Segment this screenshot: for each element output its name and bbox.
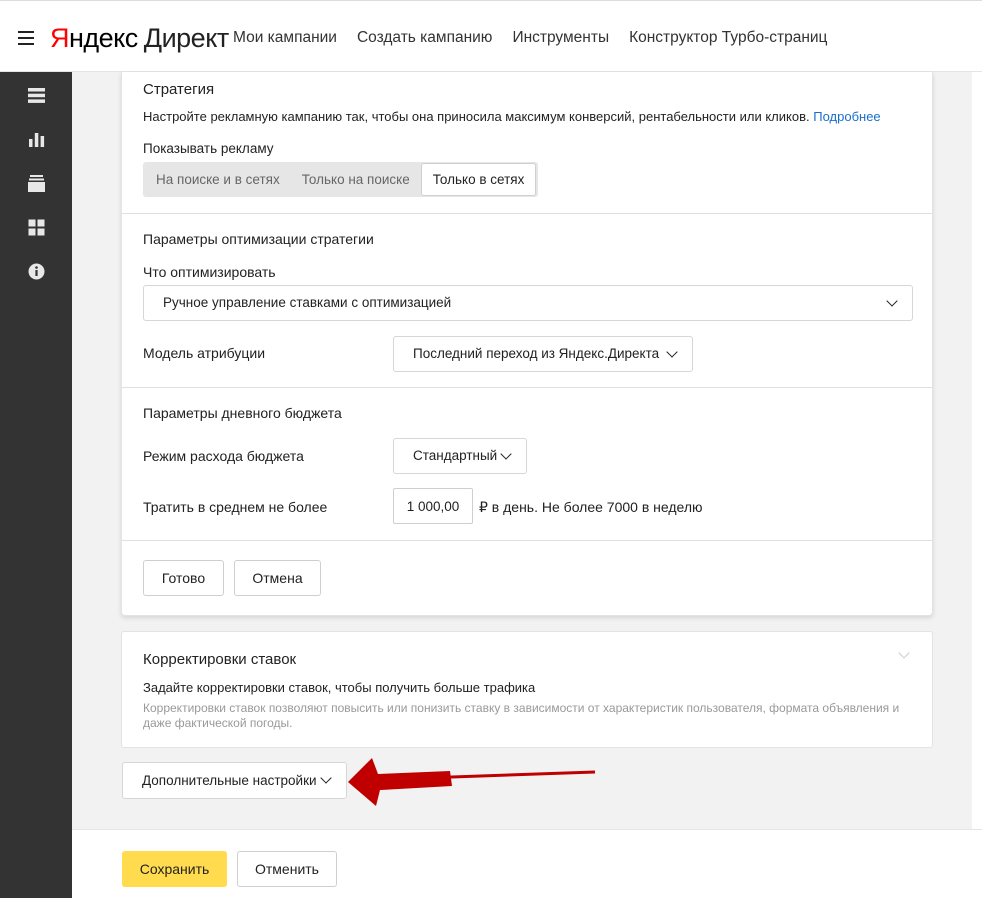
nav-tools[interactable]: Инструменты	[512, 29, 609, 47]
budget-mode-select[interactable]: Стандартный	[393, 438, 527, 474]
divider	[122, 387, 932, 388]
right-edge	[972, 72, 982, 829]
attribution-value: Последний переход из Яндекс.Директа	[413, 346, 660, 361]
option-networks-only[interactable]: Только в сетях	[420, 163, 537, 196]
budget-mode-value: Стандартный	[413, 448, 498, 463]
footer-bar: Сохранить Отменить	[72, 829, 982, 898]
chevron-down-icon[interactable]	[898, 647, 910, 659]
menu-icon[interactable]	[18, 31, 34, 45]
option-search-only[interactable]: Только на поиске	[291, 164, 421, 195]
budget-mode-label: Режим расхода бюджета	[143, 448, 304, 464]
save-button[interactable]: Сохранить	[122, 851, 227, 887]
spend-limit-suffix: ₽ в день. Не более 7000 в неделю	[479, 499, 703, 515]
divider	[122, 540, 932, 541]
optimization-title: Параметры оптимизации стратегии	[143, 231, 374, 247]
info-icon[interactable]	[27, 262, 46, 281]
show-ads-label: Показывать рекламу	[143, 141, 274, 156]
cancel-button[interactable]: Отменить	[237, 851, 337, 887]
bid-adjustments-subtitle: Задайте корректировки ставок, чтобы полу…	[143, 680, 536, 695]
chevron-down-icon	[500, 448, 512, 460]
cancel-strategy-button[interactable]: Отмена	[234, 560, 321, 596]
what-optimize-label: Что оптимизировать	[143, 264, 276, 280]
strategy-title: Стратегия	[143, 81, 215, 98]
advanced-settings-label: Дополнительные настройки	[142, 773, 317, 788]
bid-adjustments-hint: Корректировки ставок позволяют повысить …	[143, 701, 900, 730]
what-optimize-value: Ручное управление ставками с оптимизацие…	[163, 295, 452, 310]
yandex-direct-logo[interactable]: Яндекс Директ	[50, 23, 229, 54]
list-icon[interactable]	[27, 86, 46, 105]
chevron-down-icon	[886, 295, 898, 307]
nav-create-campaign[interactable]: Создать кампанию	[357, 29, 492, 47]
done-button[interactable]: Готово	[143, 560, 224, 596]
annotation-arrow	[348, 758, 596, 806]
nav-turbo-builder[interactable]: Конструктор Турбо-страниц	[629, 29, 827, 47]
nav-my-campaigns[interactable]: Мои кампании	[233, 29, 337, 47]
bid-adjustments-card[interactable]: Корректировки ставок Задайте корректиров…	[121, 631, 933, 748]
apps-icon[interactable]	[27, 218, 46, 237]
top-nav: Мои кампании Создать кампанию Инструмент…	[233, 29, 847, 47]
budget-title: Параметры дневного бюджета	[143, 405, 342, 421]
chevron-down-icon	[666, 346, 678, 358]
more-link[interactable]: Подробнее	[813, 109, 880, 124]
strategy-description-text: Настройте рекламную кампанию так, чтобы …	[143, 109, 810, 124]
option-search-and-networks[interactable]: На поиске и в сетях	[145, 164, 291, 195]
archive-icon[interactable]	[27, 174, 46, 193]
stats-icon[interactable]	[27, 130, 46, 149]
attribution-select[interactable]: Последний переход из Яндекс.Директа	[393, 336, 693, 372]
bid-adjustments-title: Корректировки ставок	[143, 651, 297, 668]
chevron-down-icon	[320, 772, 332, 784]
spend-limit-label: Тратить в среднем не более	[143, 499, 328, 515]
top-header: Яндекс Директ Мои кампании Создать кампан…	[0, 0, 982, 72]
what-optimize-select[interactable]: Ручное управление ставками с оптимизацие…	[143, 285, 913, 321]
spend-limit-input[interactable]	[393, 488, 473, 524]
sidebar	[0, 72, 72, 898]
strategy-description: Настройте рекламную кампанию так, чтобы …	[143, 109, 881, 124]
divider	[122, 213, 932, 214]
show-ads-switch: На поиске и в сетях Только на поиске Тол…	[143, 162, 539, 197]
strategy-card: Стратегия Настройте рекламную кампанию т…	[121, 72, 933, 616]
attribution-label: Модель атрибуции	[143, 345, 266, 361]
advanced-settings-toggle[interactable]: Дополнительные настройки	[122, 762, 347, 799]
